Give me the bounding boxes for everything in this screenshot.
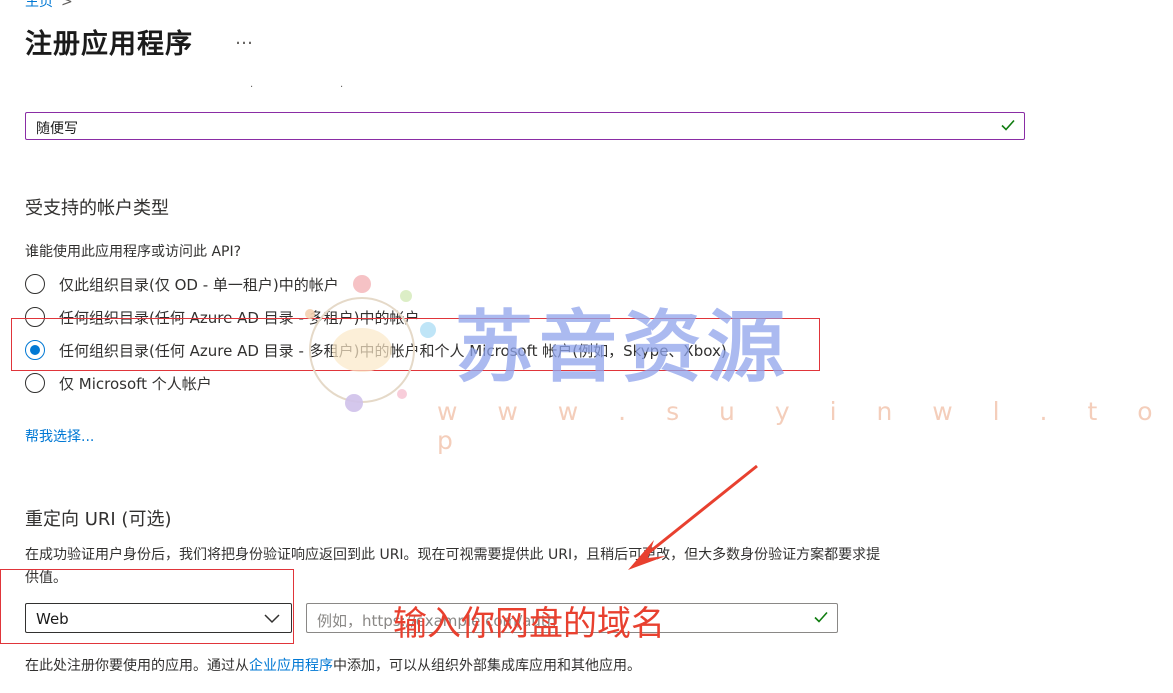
check-icon [813, 609, 829, 629]
footer-text: 在此处注册你要使用的应用。通过从企业应用程序中添加，可以从组织外部集成库应用和其… [25, 655, 641, 675]
radio-label: 仅 Microsoft 个人帐户 [59, 374, 212, 393]
annotation-text: 输入你网盘的域名 [393, 604, 665, 644]
breadcrumb: 主页 > [25, 0, 73, 11]
breadcrumb-home-link[interactable]: 主页 [25, 0, 53, 10]
enterprise-apps-link[interactable]: 企业应用程序 [249, 658, 333, 674]
clipped-label-fragment: · [340, 82, 344, 93]
account-types-question: 谁能使用此应用程序或访问此 API? [25, 244, 242, 260]
watermark-text: 苏音资源 [455, 303, 792, 393]
account-types-heading: 受支持的帐户类型 [25, 198, 169, 219]
app-name-value: 随便写 [36, 121, 78, 137]
radio-button[interactable] [25, 373, 45, 393]
highlight-box-platform [0, 569, 294, 644]
breadcrumb-separator: > [61, 0, 73, 10]
page-title: 注册应用程序 [25, 29, 193, 60]
help-me-choose-link[interactable]: 帮我选择... [25, 426, 94, 446]
clipped-label-fragment: · [250, 82, 254, 93]
watermark-url: w w w . s u y i n w l . t o p [437, 397, 1169, 455]
check-icon [1000, 117, 1016, 137]
more-options-button[interactable]: … [235, 28, 255, 49]
footer-text-before: 在此处注册你要使用的应用。通过从 [25, 658, 249, 674]
radio-button[interactable] [25, 274, 45, 294]
radio-option-personal-only[interactable]: 仅 Microsoft 个人帐户 [25, 371, 212, 395]
footer-text-after: 中添加，可以从组织外部集成库应用和其他应用。 [333, 658, 641, 674]
radio-option-single-tenant[interactable]: 仅此组织目录(仅 OD - 单一租户)中的帐户 [25, 272, 339, 296]
watermark-logo [300, 268, 440, 422]
radio-label: 仅此组织目录(仅 OD - 单一租户)中的帐户 [59, 275, 339, 294]
app-name-input[interactable]: 随便写 [25, 112, 1025, 140]
annotation-arrow-icon [620, 462, 765, 578]
redirect-uri-heading: 重定向 URI (可选) [25, 509, 172, 530]
